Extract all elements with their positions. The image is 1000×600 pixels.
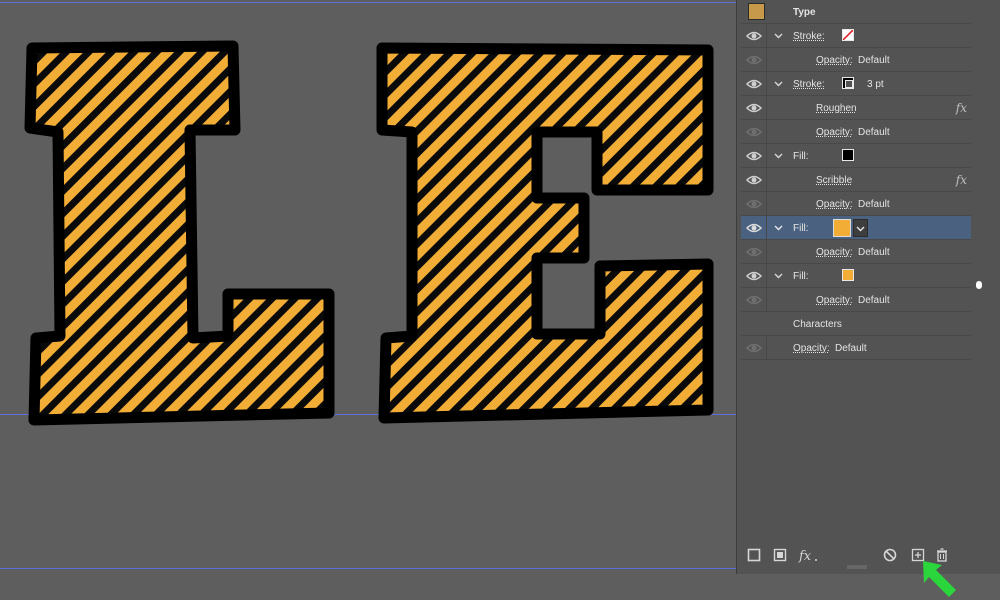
opacity-label[interactable]: Opacity: xyxy=(793,343,830,354)
appearance-rows: Type Stroke: Opacity: Default Stroke: 3 … xyxy=(741,0,971,360)
stroke-none-swatch[interactable] xyxy=(842,29,854,41)
none-slash-icon xyxy=(842,29,854,41)
type-label: Type xyxy=(793,7,816,18)
opacity-row-2[interactable]: Opacity: Default xyxy=(741,120,971,144)
roughen-label[interactable]: Roughen xyxy=(816,103,857,114)
scribble-letters-artwork[interactable] xyxy=(0,0,736,600)
visibility-eye-icon-dim[interactable] xyxy=(746,246,762,258)
stroke-weight[interactable]: 3 pt xyxy=(867,79,884,90)
opacity-label[interactable]: Opacity: xyxy=(816,199,853,210)
type-thumbnail xyxy=(748,3,765,20)
chevron-down-icon[interactable] xyxy=(774,79,783,88)
fill-row-orange-selected[interactable]: Fill: xyxy=(741,216,971,240)
opacity-value: Default xyxy=(835,343,867,354)
stroke-row-2[interactable]: Stroke: 3 pt xyxy=(741,72,971,96)
scribble-label[interactable]: Scribble xyxy=(816,175,852,186)
annotation-arrow-icon xyxy=(923,561,956,597)
visibility-eye-icon[interactable] xyxy=(746,270,762,282)
opacity-label[interactable]: Opacity: xyxy=(816,247,853,258)
roughen-effect-row[interactable]: Roughen fx xyxy=(741,96,971,120)
opacity-value: Default xyxy=(858,295,890,306)
opacity-row-3[interactable]: Opacity: Default xyxy=(741,192,971,216)
fill-row-black[interactable]: Fill: xyxy=(741,144,971,168)
opacity-value: Default xyxy=(858,55,890,66)
visibility-eye-icon[interactable] xyxy=(746,30,762,42)
opacity-row-6[interactable]: Opacity: Default xyxy=(741,336,971,360)
fx-icon[interactable]: fx xyxy=(956,173,967,187)
opacity-label[interactable]: Opacity: xyxy=(816,295,853,306)
visibility-eye-icon-dim[interactable] xyxy=(746,342,762,354)
chevron-down-icon xyxy=(856,226,865,232)
visibility-eye-icon[interactable] xyxy=(746,222,762,234)
opacity-label[interactable]: Opacity: xyxy=(816,55,853,66)
visibility-eye-icon-dim[interactable] xyxy=(746,126,762,138)
stroke-black-swatch[interactable] xyxy=(842,77,854,89)
opacity-value: Default xyxy=(858,127,890,138)
letter-e-shape[interactable] xyxy=(376,42,714,424)
visibility-eye-icon[interactable] xyxy=(746,174,762,186)
new-fill-icon[interactable] xyxy=(772,547,788,563)
opacity-label[interactable]: Opacity: xyxy=(816,127,853,138)
characters-row[interactable]: Characters xyxy=(741,312,971,336)
fill-label[interactable]: Fill: xyxy=(793,151,809,162)
color-dropdown-button[interactable] xyxy=(853,219,868,237)
opacity-value: Default xyxy=(858,199,890,210)
stroke-label[interactable]: Stroke: xyxy=(793,31,825,42)
fill-row-orange[interactable]: Fill: xyxy=(741,264,971,288)
letter-l-shape[interactable] xyxy=(24,40,335,426)
scrollbar-thumb[interactable] xyxy=(976,281,982,289)
opacity-row-1[interactable]: Opacity: Default xyxy=(741,48,971,72)
fill-orange-swatch[interactable] xyxy=(833,219,851,237)
stroke-row-1[interactable]: Stroke: xyxy=(741,24,971,48)
appearance-panel: Type Stroke: Opacity: Default Stroke: 3 … xyxy=(736,0,1000,574)
panel-resize-grip-icon[interactable] xyxy=(846,565,868,570)
artboard-canvas[interactable] xyxy=(0,0,736,600)
fx-icon[interactable]: fx xyxy=(798,547,820,563)
new-stroke-icon[interactable] xyxy=(746,547,762,563)
scribble-effect-row[interactable]: Scribble fx xyxy=(741,168,971,192)
visibility-eye-icon[interactable] xyxy=(746,102,762,114)
opacity-value: Default xyxy=(858,247,890,258)
opacity-row-5[interactable]: Opacity: Default xyxy=(741,288,971,312)
fill-orange-swatch[interactable] xyxy=(842,269,854,281)
fill-label[interactable]: Fill: xyxy=(793,223,809,234)
fill-label[interactable]: Fill: xyxy=(793,271,809,282)
visibility-eye-icon[interactable] xyxy=(746,150,762,162)
svg-text:fx: fx xyxy=(798,549,812,563)
visibility-eye-icon-dim[interactable] xyxy=(746,54,762,66)
chevron-down-icon[interactable] xyxy=(774,223,783,232)
opacity-row-4[interactable]: Opacity: Default xyxy=(741,240,971,264)
chevron-down-icon[interactable] xyxy=(774,31,783,40)
chevron-down-icon[interactable] xyxy=(774,271,783,280)
clear-appearance-icon[interactable] xyxy=(882,547,898,563)
visibility-eye-icon[interactable] xyxy=(746,78,762,90)
fill-black-swatch[interactable] xyxy=(842,149,854,161)
fx-icon[interactable]: fx xyxy=(956,101,967,115)
chevron-down-icon[interactable] xyxy=(774,151,783,160)
visibility-eye-icon-dim[interactable] xyxy=(746,198,762,210)
visibility-eye-icon-dim[interactable] xyxy=(746,294,762,306)
characters-label[interactable]: Characters xyxy=(793,319,842,330)
stroke-label[interactable]: Stroke: xyxy=(793,79,825,90)
type-header-row[interactable]: Type xyxy=(741,0,971,24)
